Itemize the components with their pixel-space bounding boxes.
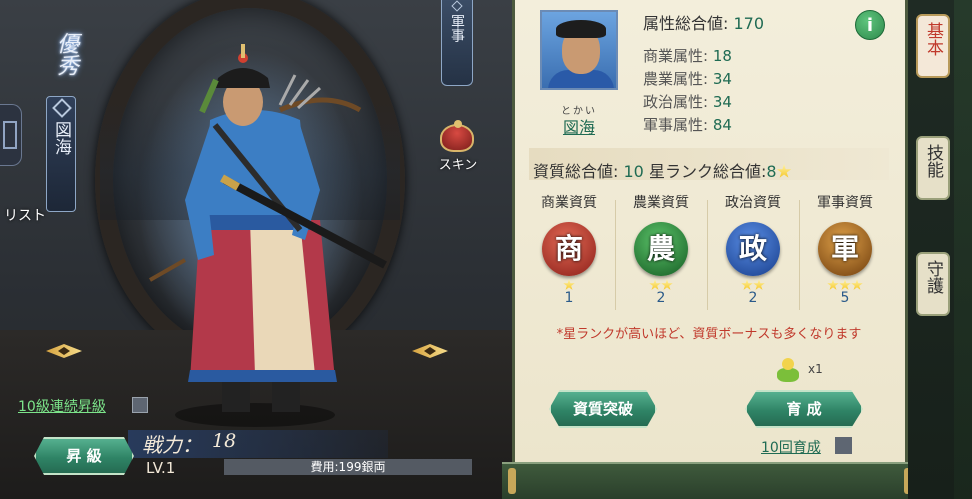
quality-value: 1 bbox=[564, 290, 574, 306]
quality-label: 農業資質 bbox=[633, 195, 689, 211]
tab-label: 基本 bbox=[923, 22, 943, 56]
quality-breakthrough-button[interactable]: 資質突破 bbox=[549, 390, 657, 428]
prev-hero-arrow[interactable] bbox=[36, 340, 92, 362]
quality-value: 5 bbox=[840, 290, 850, 306]
growth-pill-icon bbox=[777, 358, 799, 382]
continuous-upgrade-link[interactable]: 10級連続昇級 bbox=[18, 396, 106, 416]
quality-label: 軍事資質 bbox=[817, 195, 873, 211]
quality-label: 商業資質 bbox=[541, 195, 597, 211]
next-hero-arrow[interactable] bbox=[402, 340, 458, 362]
quality-summary: 資質総合値: 10 星ランク総合値:8 bbox=[533, 158, 792, 182]
star-rating bbox=[707, 274, 799, 290]
hero-figure bbox=[149, 44, 387, 427]
attribute-row: 政治属性: 34 bbox=[643, 91, 732, 112]
list-label[interactable]: リスト bbox=[4, 205, 46, 225]
quality-label: 政治資質 bbox=[725, 195, 781, 211]
train-ten-link[interactable]: 10回育成 bbox=[761, 437, 821, 457]
attribute-label: 商業属性: bbox=[643, 47, 709, 65]
attribute-value: 84 bbox=[712, 116, 732, 134]
quality-commerce[interactable]: 商業資質 商 1 bbox=[523, 192, 615, 306]
rank-mark: 優秀 bbox=[53, 32, 78, 76]
star-rating bbox=[799, 274, 891, 290]
star-icon bbox=[776, 164, 792, 178]
star-rating bbox=[523, 274, 615, 290]
tab-basic[interactable]: 基本 bbox=[916, 14, 950, 78]
agriculture-orb-icon: 農 bbox=[634, 222, 688, 276]
military-tag-label: 軍事 bbox=[449, 14, 465, 42]
skin-hat-icon bbox=[440, 120, 474, 152]
knot-icon bbox=[451, 0, 463, 12]
attribute-label: 農業属性: bbox=[643, 70, 709, 88]
attribute-total-value: 170 bbox=[733, 14, 765, 33]
star-total-label: 星ランク総合値: bbox=[648, 162, 767, 181]
attribute-value: 34 bbox=[712, 93, 732, 111]
tab-rail: 基本 技能 守護 bbox=[908, 0, 972, 499]
attribute-value: 18 bbox=[712, 47, 732, 65]
attribute-label: 政治属性: bbox=[643, 93, 709, 111]
power-label: 戦力： bbox=[142, 433, 202, 457]
quality-total-value: 10 bbox=[623, 162, 644, 181]
upgrade-button[interactable]: 昇 級 bbox=[34, 437, 134, 475]
train-button[interactable]: 育 成 bbox=[745, 390, 863, 428]
scroll-bottom-bar bbox=[502, 462, 918, 499]
power-value: 18 bbox=[212, 430, 237, 452]
star-total-value: 8 bbox=[766, 162, 777, 181]
military-tag: 軍事 bbox=[441, 0, 473, 86]
hero-portrait bbox=[540, 10, 618, 90]
train-cost: x1 bbox=[808, 362, 823, 376]
star-rank-note: *星ランクが高いほど、資質ボーナスも多くなります bbox=[556, 327, 862, 342]
quality-agriculture[interactable]: 農業資質 農 2 bbox=[615, 192, 707, 306]
commerce-orb-icon: 商 bbox=[542, 222, 596, 276]
tab-guardian[interactable]: 守護 bbox=[916, 252, 950, 316]
info-icon[interactable]: i bbox=[855, 10, 885, 40]
attribute-row: 軍事属性: 84 bbox=[643, 114, 732, 135]
hero-name: 図海 bbox=[51, 121, 71, 155]
grid-icon bbox=[3, 121, 17, 149]
attribute-total: 属性総合値: 170 bbox=[643, 10, 764, 34]
quality-total-label: 資質総合値: bbox=[533, 162, 619, 181]
tab-label: 守護 bbox=[923, 260, 943, 294]
military-orb-icon: 軍 bbox=[818, 222, 872, 276]
knot-icon bbox=[52, 98, 72, 118]
hero-scene: 優秀 図海 リスト 軍事 スキン 10級連続昇級 戦力： 18 LV.1 費用:… bbox=[0, 0, 512, 499]
skin-button[interactable]: スキン bbox=[432, 120, 484, 176]
level-label: LV.1 bbox=[146, 459, 176, 477]
quality-value: 2 bbox=[656, 290, 666, 306]
vine-decoration bbox=[954, 0, 972, 499]
star-rating bbox=[615, 274, 707, 290]
attribute-total-label: 属性総合値: bbox=[643, 14, 729, 33]
quality-military[interactable]: 軍事資質 軍 5 bbox=[799, 192, 891, 306]
upgrade-cost: 費用:199銀両 bbox=[224, 459, 472, 475]
attribute-value: 34 bbox=[712, 70, 732, 88]
hero-name-plate: 図海 bbox=[46, 96, 76, 212]
attribute-label: 軍事属性: bbox=[643, 116, 709, 134]
quality-politics[interactable]: 政治資質 政 2 bbox=[707, 192, 799, 306]
continuous-upgrade-checkbox[interactable] bbox=[132, 397, 148, 413]
panel-hero-name[interactable]: 図海 bbox=[549, 114, 609, 138]
tab-skills[interactable]: 技能 bbox=[916, 136, 950, 200]
train-ten-checkbox[interactable] bbox=[835, 437, 852, 454]
attribute-panel: とかい 図海 属性総合値: 170 i 商業属性: 18 農業属性: 34 政治… bbox=[512, 0, 908, 466]
tab-label: 技能 bbox=[923, 144, 943, 178]
list-toggle-button[interactable] bbox=[0, 104, 22, 166]
politics-orb-icon: 政 bbox=[726, 222, 780, 276]
skin-label: スキン bbox=[438, 158, 478, 173]
attribute-row: 農業属性: 34 bbox=[643, 68, 732, 89]
quality-value: 2 bbox=[748, 290, 758, 306]
attribute-row: 商業属性: 18 bbox=[643, 45, 732, 66]
